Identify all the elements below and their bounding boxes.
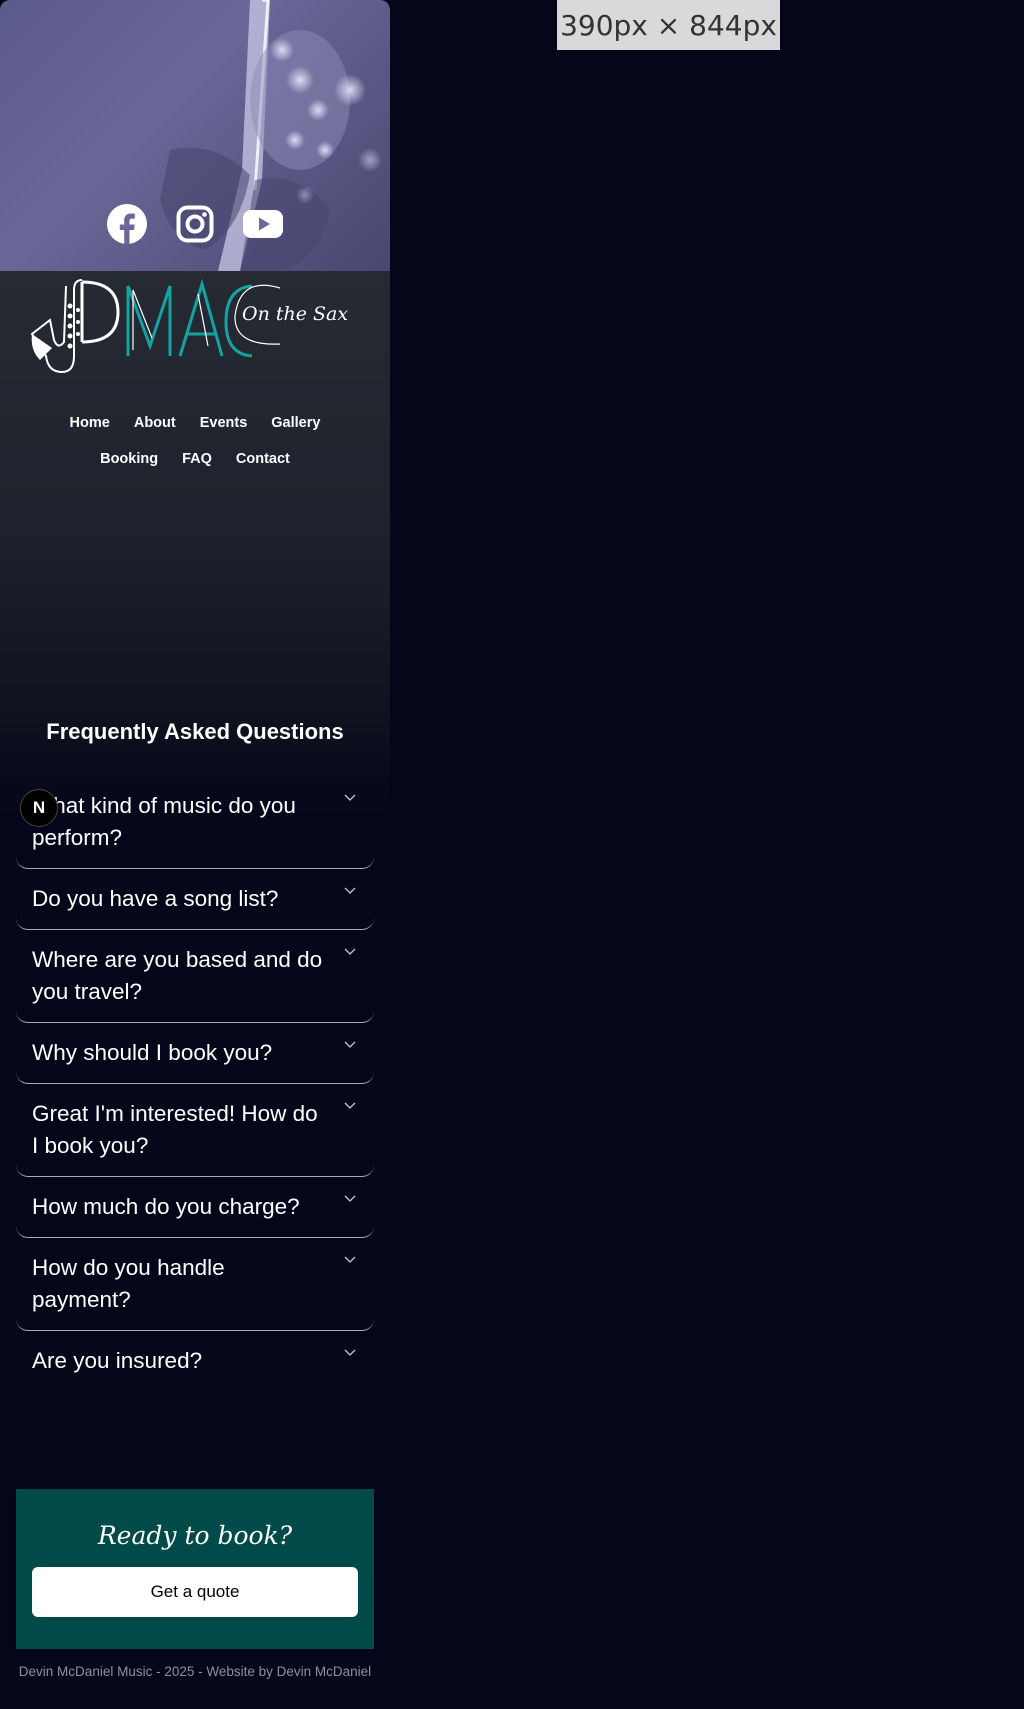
faq-question: Do you have a song list? [32, 886, 279, 911]
nav-events[interactable]: Events [200, 415, 248, 432]
viewport-size-label: 390px × 844px [557, 0, 780, 50]
faq-question: Why should I book you? [32, 1040, 273, 1065]
faq-item[interactable]: What kind of music do you perform? [16, 776, 374, 869]
nav-faq[interactable]: FAQ [182, 451, 212, 468]
cta-heading: Ready to book? [97, 1521, 293, 1550]
faq-accordion: What kind of music do you perform? Do yo… [16, 776, 374, 1391]
social-links [0, 204, 390, 244]
hero-banner [0, 0, 390, 271]
faq-item[interactable]: Do you have a song list? [16, 869, 374, 930]
nav-contact[interactable]: Contact [236, 451, 290, 468]
faq-item[interactable]: How do you handle payment? [16, 1238, 374, 1331]
nav-home[interactable]: Home [70, 415, 110, 432]
mobile-page: On the Sax Home About Events Gallery Boo… [0, 0, 390, 1709]
nav-row-2: Booking FAQ Contact [0, 451, 390, 468]
faq-question: Great I'm interested! How do I book you? [32, 1101, 318, 1158]
chevron-down-icon [344, 794, 356, 801]
faq-question: How do you handle payment? [32, 1255, 225, 1312]
chevron-down-icon [344, 1256, 356, 1263]
booking-cta: Ready to book? Get a quote [16, 1489, 374, 1649]
dmac-logo[interactable]: On the Sax [30, 276, 360, 386]
chevron-down-icon [344, 1102, 356, 1109]
faq-item[interactable]: Are you insured? [16, 1331, 374, 1391]
logo-tagline: On the Sax [242, 303, 348, 325]
facebook-icon[interactable] [107, 204, 147, 244]
faq-item[interactable]: How much do you charge? [16, 1177, 374, 1238]
faq-item[interactable]: Where are you based and do you travel? [16, 930, 374, 1023]
dev-tools-badge[interactable]: N [20, 789, 58, 827]
youtube-icon[interactable] [243, 204, 283, 244]
nav-gallery[interactable]: Gallery [271, 415, 320, 432]
chevron-down-icon [344, 1349, 356, 1356]
faq-heading: Frequently Asked Questions [46, 719, 344, 745]
chevron-down-icon [344, 887, 356, 894]
chevron-down-icon [344, 1195, 356, 1202]
faq-question: Are you insured? [32, 1348, 203, 1373]
faq-item[interactable]: Great I'm interested! How do I book you? [16, 1084, 374, 1177]
nav-row-1: Home About Events Gallery [0, 415, 390, 432]
chevron-down-icon [344, 1041, 356, 1048]
faq-question: What kind of music do you perform? [32, 793, 296, 850]
faq-question: How much do you charge? [32, 1194, 300, 1219]
faq-question: Where are you based and do you travel? [32, 947, 323, 1004]
nav-about[interactable]: About [134, 415, 176, 432]
footer-credits: Devin McDaniel Music - 2025 - Website by… [18, 1664, 372, 1679]
faq-item[interactable]: Why should I book you? [16, 1023, 374, 1084]
nav-booking[interactable]: Booking [100, 451, 158, 468]
chevron-down-icon [344, 948, 356, 955]
main-navigation: Home About Events Gallery Booking FAQ Co… [0, 415, 390, 487]
instagram-icon[interactable] [175, 204, 215, 244]
get-quote-button[interactable]: Get a quote [32, 1567, 358, 1617]
